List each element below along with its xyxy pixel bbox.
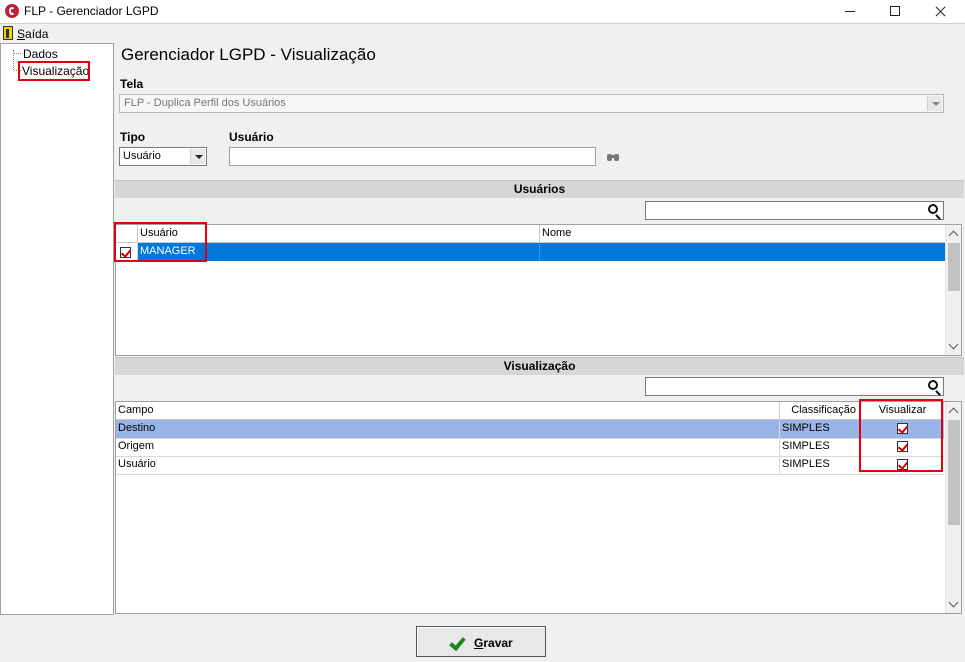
navigation-tree: Dados Visualização <box>0 43 114 615</box>
cell-campo: Destino <box>116 420 780 438</box>
visualizacao-search-input[interactable] <box>645 377 944 396</box>
scroll-thumb[interactable] <box>948 243 960 291</box>
usuarios-scrollbar[interactable] <box>945 225 961 355</box>
highlight-box-usuario <box>114 222 207 262</box>
checkmark-icon <box>449 633 466 652</box>
binoculars-icon[interactable] <box>607 152 620 162</box>
usuarios-grid: Usuário Nome MANAGER <box>115 224 962 356</box>
highlight-box-visualizar <box>859 399 943 472</box>
minimize-icon <box>845 11 855 12</box>
scroll-up-icon[interactable] <box>948 407 959 418</box>
tela-select[interactable]: FLP - Duplica Perfil dos Usuários <box>119 94 944 113</box>
chevron-down-icon <box>190 149 205 164</box>
minimize-button[interactable] <box>827 0 873 24</box>
maximize-icon <box>890 6 900 16</box>
app-logo-icon <box>5 4 19 18</box>
menu-bar: Saída <box>0 24 965 43</box>
tree-item-dados[interactable]: Dados <box>23 47 58 61</box>
visualizacao-section-header: Visualização <box>115 357 964 375</box>
cell-classificacao: SIMPLES <box>780 438 860 456</box>
column-header-classificacao[interactable]: Classificação <box>780 402 860 420</box>
highlight-box-tree <box>18 61 90 81</box>
usuarios-section-header: Usuários <box>115 180 964 198</box>
scroll-up-icon[interactable] <box>948 230 959 241</box>
visualizacao-scrollbar[interactable] <box>945 402 961 613</box>
close-button[interactable] <box>918 0 964 24</box>
scroll-thumb[interactable] <box>948 420 960 525</box>
page-title: Gerenciador LGPD - Visualização <box>121 45 376 64</box>
exit-door-icon[interactable] <box>3 26 13 40</box>
cell-campo: Origem <box>116 438 780 456</box>
cell-nome <box>540 243 946 261</box>
magnifier-icon[interactable] <box>928 380 938 390</box>
save-button[interactable]: Gravar <box>416 626 546 657</box>
cell-campo: Usuário <box>116 456 780 474</box>
visualizacao-grid: Campo Classificação Visualizar Destino S… <box>115 401 962 614</box>
usuarios-search-input[interactable] <box>645 201 944 220</box>
window-title: FLP - Gerenciador LGPD <box>24 4 159 18</box>
tipo-select[interactable]: Usuário <box>119 147 207 166</box>
usuario-input[interactable] <box>229 147 596 166</box>
scroll-down-icon[interactable] <box>948 339 959 350</box>
scroll-down-icon[interactable] <box>948 597 959 608</box>
column-header-nome[interactable]: Nome <box>540 225 946 243</box>
cell-classificacao: SIMPLES <box>780 420 860 438</box>
column-header-campo[interactable]: Campo <box>116 402 780 420</box>
tela-label: Tela <box>120 77 144 91</box>
maximize-button[interactable] <box>872 0 918 24</box>
usuario-label: Usuário <box>229 130 274 144</box>
title-bar: FLP - Gerenciador LGPD <box>0 0 965 24</box>
chevron-down-icon <box>927 96 942 111</box>
magnifier-icon[interactable] <box>928 204 938 214</box>
cell-classificacao: SIMPLES <box>780 456 860 474</box>
menu-exit[interactable]: Saída <box>17 27 48 41</box>
tipo-label: Tipo <box>120 130 146 144</box>
